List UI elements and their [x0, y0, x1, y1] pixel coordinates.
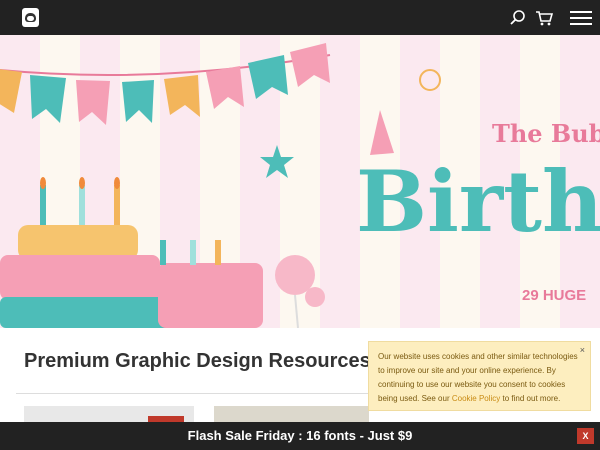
search-icon[interactable]: [509, 9, 527, 27]
cookie-text-after: to find out more.: [500, 394, 561, 403]
hero-title-main: Birthd: [356, 152, 600, 251]
cookie-close-button[interactable]: ×: [580, 343, 585, 357]
top-navbar: [0, 0, 600, 35]
cart-icon[interactable]: [535, 9, 553, 27]
page-heading: Premium Graphic Design Resources: [24, 350, 371, 372]
hero-banner[interactable]: The Bubbly Birthd 29 HUGE: [0, 35, 600, 328]
bear-logo-icon[interactable]: [22, 8, 39, 27]
hero-title-top: The Bubbly: [492, 119, 600, 148]
flash-sale-bar: Flash Sale Friday : 16 fonts - Just $9 X: [0, 422, 600, 450]
flash-sale-text[interactable]: Flash Sale Friday : 16 fonts - Just $9: [0, 422, 600, 450]
hero-subtitle: 29 HUGE: [522, 287, 587, 304]
divider: [16, 393, 396, 394]
cookie-policy-link[interactable]: Cookie Policy: [452, 394, 500, 403]
hamburger-menu-icon[interactable]: [570, 11, 592, 25]
cookie-consent-banner: Our website uses cookies and other simil…: [368, 341, 591, 411]
flash-sale-close-button[interactable]: X: [577, 428, 594, 444]
